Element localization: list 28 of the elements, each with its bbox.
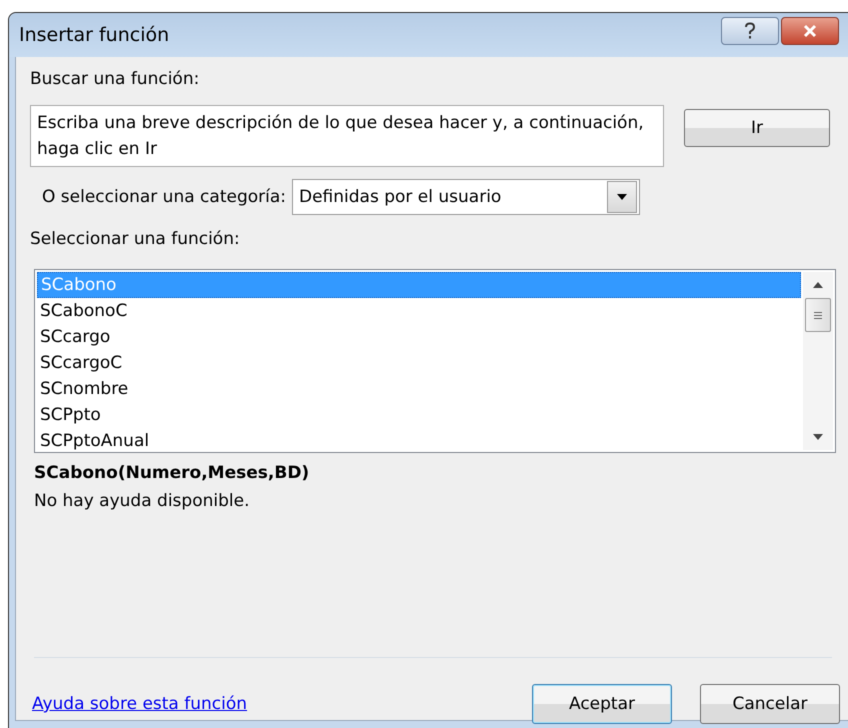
cancel-button[interactable]: Cancelar <box>700 684 840 724</box>
function-signature: SCabono(Numero,Meses,BD) <box>33 463 310 485</box>
dropdown-arrow-icon <box>617 194 627 200</box>
go-button[interactable]: Ir <box>684 109 830 147</box>
ok-button[interactable]: Aceptar <box>532 684 672 724</box>
function-list-item[interactable]: SCPpto <box>37 402 803 428</box>
close-button[interactable] <box>781 17 839 45</box>
help-button[interactable] <box>721 17 779 45</box>
category-dropdown[interactable]: Definidas por el usuario <box>292 179 640 215</box>
help-link[interactable]: Ayuda sobre esta función <box>32 694 248 714</box>
function-list-item[interactable]: SCcargoC <box>37 350 803 376</box>
function-list-item[interactable]: SCabonoC <box>37 298 803 324</box>
window-title: Insertar función <box>19 24 170 46</box>
function-list-label: Seleccionar una función: <box>30 229 241 251</box>
search-field[interactable]: Escriba una breve descripción de lo que desea hacer y, a continuación, haga clic en Ir <box>30 105 664 167</box>
function-list-item[interactable]: SCnombre <box>37 376 803 402</box>
search-label: Buscar una función: <box>30 69 200 91</box>
scroll-up-icon[interactable] <box>813 282 823 288</box>
scroll-thumb[interactable] <box>805 298 831 332</box>
scroll-down-icon[interactable] <box>813 434 823 440</box>
grip-icon <box>813 310 823 320</box>
close-icon <box>802 24 818 38</box>
help-icon <box>743 22 757 40</box>
category-label: O seleccionar una categoría: <box>42 187 286 207</box>
function-list-item[interactable]: SCcargo <box>37 324 803 350</box>
scrollbar[interactable] <box>803 272 833 450</box>
function-list-item[interactable]: SCPptoAnual <box>37 428 803 454</box>
function-description: No hay ayuda disponible. <box>33 491 250 511</box>
